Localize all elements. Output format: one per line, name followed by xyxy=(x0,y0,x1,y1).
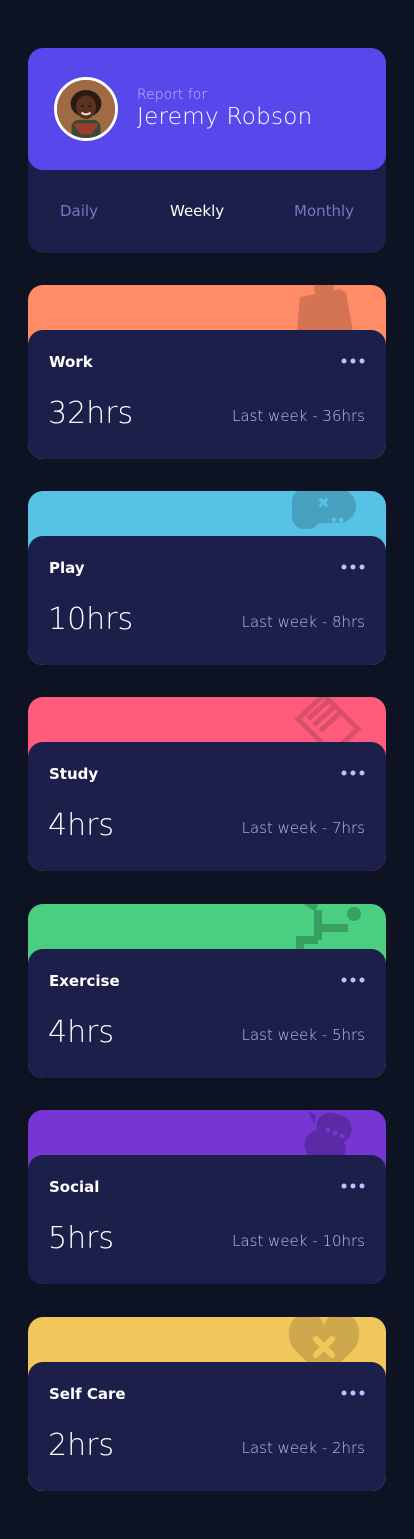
avatar-image xyxy=(57,80,115,138)
activity-body: Work 32hrs Last week - 36hrs xyxy=(28,330,386,459)
tab-monthly[interactable]: Monthly xyxy=(294,202,354,220)
previous-hours: Last week - 10hrs xyxy=(232,1232,365,1250)
tab-daily[interactable]: Daily xyxy=(60,202,98,220)
profile-header: Report for Jeremy Robson xyxy=(28,48,386,170)
ellipsis-icon[interactable] xyxy=(340,352,366,370)
user-name: Jeremy Robson xyxy=(137,104,313,130)
tab-weekly[interactable]: Weekly xyxy=(170,202,224,220)
current-hours: 4hrs xyxy=(48,808,115,843)
activity-card-play: Play 10hrs Last week - 8hrs xyxy=(28,491,386,665)
activity-body: Social 5hrs Last week - 10hrs xyxy=(28,1155,386,1284)
ellipsis-icon[interactable] xyxy=(340,764,366,782)
previous-hours: Last week - 5hrs xyxy=(241,1026,365,1044)
ellipsis-icon[interactable] xyxy=(340,1177,366,1195)
activity-card-study: Study 4hrs Last week - 7hrs xyxy=(28,697,386,871)
ellipsis-icon[interactable] xyxy=(340,971,366,989)
current-hours: 10hrs xyxy=(48,602,134,637)
activity-body: Exercise 4hrs Last week - 5hrs xyxy=(28,949,386,1078)
report-for-label: Report for xyxy=(137,87,208,103)
profile-card: Report for Jeremy Robson Daily Weekly Mo… xyxy=(28,48,386,253)
current-hours: 32hrs xyxy=(48,396,134,431)
current-hours: 4hrs xyxy=(48,1015,115,1050)
activity-body: Study 4hrs Last week - 7hrs xyxy=(28,742,386,871)
activity-title: Work xyxy=(49,353,93,371)
current-hours: 2hrs xyxy=(48,1428,115,1463)
activity-title: Play xyxy=(49,559,85,577)
previous-hours: Last week - 2hrs xyxy=(241,1439,365,1457)
ellipsis-icon[interactable] xyxy=(340,558,366,576)
activity-body: Self Care 2hrs Last week - 2hrs xyxy=(28,1362,386,1491)
activity-card-exercise: Exercise 4hrs Last week - 5hrs xyxy=(28,904,386,1078)
activity-title: Study xyxy=(49,765,99,783)
activity-body: Play 10hrs Last week - 8hrs xyxy=(28,536,386,665)
activity-card-self-care: Self Care 2hrs Last week - 2hrs xyxy=(28,1317,386,1491)
avatar xyxy=(54,77,118,141)
previous-hours: Last week - 36hrs xyxy=(232,407,365,425)
activity-title: Exercise xyxy=(49,972,120,990)
activity-title: Social xyxy=(49,1178,100,1196)
ellipsis-icon[interactable] xyxy=(340,1384,366,1402)
activity-card-social: Social 5hrs Last week - 10hrs xyxy=(28,1110,386,1284)
previous-hours: Last week - 7hrs xyxy=(241,819,365,837)
activity-card-work: Work 32hrs Last week - 36hrs xyxy=(28,285,386,459)
previous-hours: Last week - 8hrs xyxy=(241,613,365,631)
activity-title: Self Care xyxy=(49,1385,126,1403)
current-hours: 5hrs xyxy=(48,1221,115,1256)
